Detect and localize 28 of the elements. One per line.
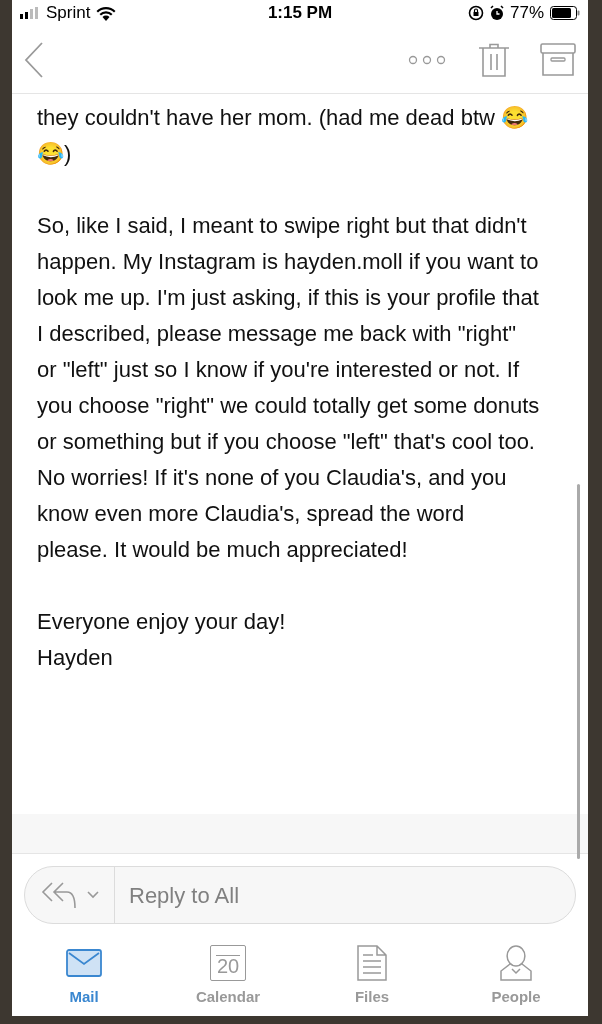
person-icon bbox=[499, 945, 533, 981]
alarm-icon bbox=[489, 5, 504, 21]
more-icon[interactable] bbox=[408, 54, 446, 65]
tab-bar-item[interactable]: Mail bbox=[12, 938, 156, 1016]
wifi-icon bbox=[96, 5, 117, 21]
tab-bar-item[interactable]: 20 Calendar bbox=[156, 938, 300, 1016]
reply-field[interactable]: Reply to All bbox=[24, 866, 576, 924]
carrier-name: Sprint bbox=[46, 2, 91, 25]
document-icon bbox=[357, 945, 387, 981]
message-paragraph: they couldn't have her mom. (had me dead btw 😂😂) bbox=[37, 104, 529, 168]
message-paragraph: So, like I said, I meant to swipe right but that didn't happen. My Instagram is hayden.moll if you want to look me up. I'm just asking, if this is your profile that I described, please message me back with "right" or "left" just so I know if you're interested or not. If you choose "right" we could totally get some donuts or something but if you choose "left" that's cool too. No worries! If it's none of you Claudia's, and you know even more Claudia's, spread the word please. It would be much appreciated! bbox=[37, 212, 540, 564]
signature-line: Everyone enjoy your day! bbox=[37, 608, 287, 636]
rotation-lock-icon bbox=[467, 5, 484, 21]
reply-placeholder: Reply to All bbox=[128, 881, 240, 910]
battery-icon bbox=[550, 6, 580, 20]
trash-icon[interactable] bbox=[478, 42, 510, 77]
calendar-icon: 20 bbox=[210, 945, 246, 981]
mail-icon bbox=[66, 949, 102, 977]
signal-icon bbox=[20, 7, 40, 19]
clock-time: 1:15 PM bbox=[266, 2, 334, 25]
reply-all-icon[interactable] bbox=[40, 880, 77, 910]
tab-bar-item[interactable]: People bbox=[444, 938, 588, 1016]
signature-line: Hayden bbox=[37, 644, 114, 672]
caret-icon[interactable] bbox=[86, 891, 99, 899]
chevron-left-icon bbox=[24, 41, 44, 78]
battery-percentage: 77% bbox=[509, 2, 544, 25]
archive-icon[interactable] bbox=[540, 43, 576, 76]
tab-bar-item[interactable]: Files bbox=[300, 938, 444, 1016]
